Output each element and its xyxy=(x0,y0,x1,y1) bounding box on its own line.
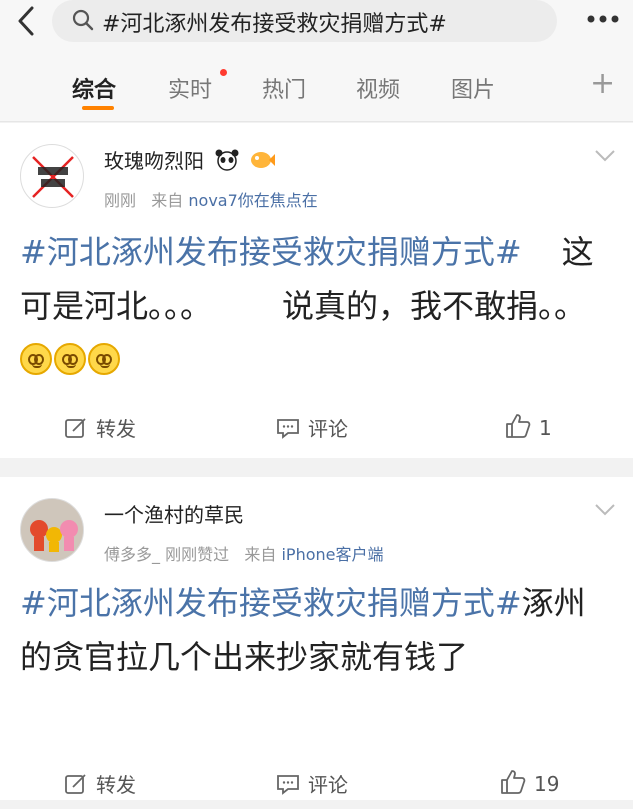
search-query[interactable]: #河北涿州发布接受救灾捐赠方式# xyxy=(102,6,447,38)
post-actions: 转发 评论 19 xyxy=(0,769,633,809)
avatar[interactable] xyxy=(20,144,84,208)
like-button[interactable]: 1 xyxy=(505,413,552,440)
avatar-image xyxy=(21,499,83,561)
post-source[interactable]: nova7你在焦点在 xyxy=(188,191,317,210)
repost-button[interactable]: 转发 xyxy=(64,769,136,798)
back-icon[interactable] xyxy=(12,4,42,38)
comment-button[interactable]: 评论 xyxy=(276,413,348,442)
more-icon[interactable] xyxy=(585,12,621,26)
hashtag-link[interactable]: #河北涿州发布接受救灾捐赠方式# xyxy=(20,584,522,622)
emoji-icon xyxy=(88,343,120,375)
tab-realtime[interactable]: 实时 xyxy=(168,72,212,104)
like-button[interactable]: 19 xyxy=(500,769,559,796)
thumbs-up-icon xyxy=(501,770,526,794)
post-text: #河北涿州发布接受救灾捐赠方式#涿州的贪官拉几个出来抄家就有钱了 xyxy=(20,584,586,676)
chevron-down-icon[interactable] xyxy=(594,503,616,517)
emoji-group xyxy=(20,341,122,379)
hashtag-link[interactable]: #河北涿州发布接受救灾捐赠方式# xyxy=(20,233,522,271)
repost-button[interactable]: 转发 xyxy=(64,413,136,442)
avatar-image xyxy=(32,156,74,198)
new-content-dot xyxy=(220,69,227,76)
post-text: #河北涿州发布接受救灾捐赠方式# 这可是河北。。。 说真的，我不敢捐。。 xyxy=(20,225,615,387)
emoji-icon xyxy=(20,343,52,375)
add-tab-icon[interactable]: + xyxy=(590,66,615,101)
share-icon xyxy=(65,774,86,794)
post-card: 一个渔村的草民 傅多多_ 刚刚赞过 来自 iPhone客户端 #河北涿州发布接受… xyxy=(0,477,633,800)
search-bar[interactable]: #河北涿州发布接受救灾捐赠方式# xyxy=(52,0,557,42)
avatar[interactable] xyxy=(20,498,84,562)
tab-hot[interactable]: 热门 xyxy=(262,72,306,104)
comment-button[interactable]: 评论 xyxy=(276,769,348,798)
post-meta: 傅多多_ 刚刚赞过 来自 iPhone客户端 xyxy=(104,545,384,564)
emoji-icon xyxy=(54,343,86,375)
top-bar: #河北涿州发布接受救灾捐赠方式# xyxy=(0,0,633,52)
post-meta: 刚刚 来自 nova7你在焦点在 xyxy=(104,191,318,210)
post-actions: 转发 评论 1 xyxy=(0,413,633,453)
tab-images[interactable]: 图片 xyxy=(451,72,495,104)
chevron-down-icon[interactable] xyxy=(594,149,616,163)
comment-icon xyxy=(277,775,299,795)
post-card: 玫瑰吻烈阳 刚刚 来自 nova7你在焦点在 #河北涿州发布接受救灾捐赠方式# 这… xyxy=(0,123,633,458)
share-icon xyxy=(65,418,86,438)
username[interactable]: 一个渔村的草民 xyxy=(104,499,244,528)
fish-badge-icon xyxy=(250,152,275,168)
thumbs-up-icon xyxy=(506,414,531,438)
tab-bar: 综合 实时 热门 视频 图片 + xyxy=(0,52,633,122)
active-tab-indicator xyxy=(82,106,114,110)
post-source[interactable]: iPhone客户端 xyxy=(281,545,383,564)
comment-icon xyxy=(277,419,299,439)
username[interactable]: 玫瑰吻烈阳 xyxy=(104,145,275,174)
tab-comprehensive[interactable]: 综合 xyxy=(72,72,116,104)
tab-video[interactable]: 视频 xyxy=(356,72,400,104)
panda-badge-icon xyxy=(215,149,239,171)
search-icon xyxy=(72,9,94,31)
